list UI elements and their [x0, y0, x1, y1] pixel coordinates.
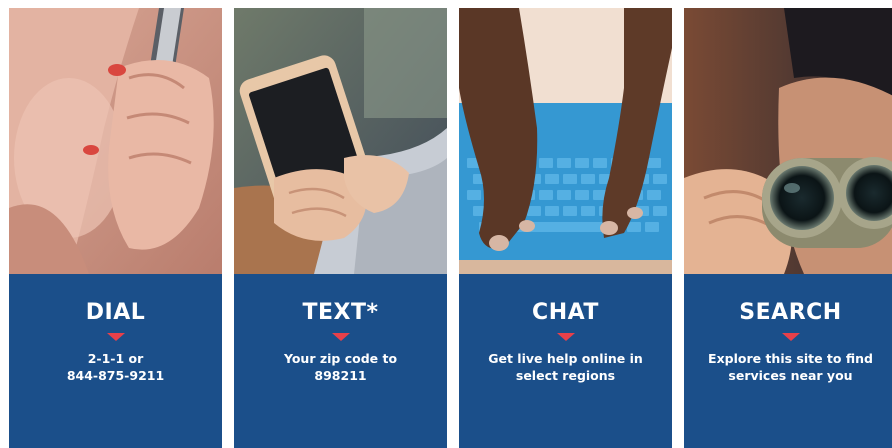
card-description-line: Your zip code to — [283, 351, 398, 366]
card-title: CHAT — [532, 300, 599, 325]
card-panel: SEARCH Explore this site to find service… — [684, 274, 892, 448]
caret-down-icon — [556, 333, 575, 341]
card-description: Explore this site to find services near … — [701, 350, 881, 384]
card-panel: CHAT Get live help online in select regi… — [459, 274, 672, 448]
card-description-line: services near you — [728, 368, 853, 383]
card-search[interactable]: SEARCH Explore this site to find service… — [684, 8, 892, 448]
card-description-line: select regions — [515, 368, 616, 383]
card-description-line: Explore this site to find — [708, 351, 873, 366]
caret-down-icon — [781, 333, 800, 341]
card-panel: TEXT* Your zip code to 898211 — [234, 274, 447, 448]
caret-down-icon — [331, 333, 350, 341]
card-description-line: 2-1-1 or — [87, 351, 144, 366]
card-description: 2-1-1 or 844-875-9211 — [26, 350, 206, 384]
card-dial[interactable]: DIAL 2-1-1 or 844-875-9211 — [9, 8, 222, 448]
card-description-line: 898211 — [314, 368, 367, 383]
card-description: Your zip code to 898211 — [251, 350, 431, 384]
card-title: DIAL — [85, 300, 146, 325]
card-title: TEXT* — [302, 300, 379, 325]
photo-hands-texting-on-smartphone — [234, 8, 447, 274]
card-description-line: 844-875-9211 — [66, 368, 165, 383]
card-text[interactable]: TEXT* Your zip code to 898211 — [234, 8, 447, 448]
caret-down-icon — [106, 333, 125, 341]
card-panel: DIAL 2-1-1 or 844-875-9211 — [9, 274, 222, 448]
photo-person-on-phone — [9, 8, 222, 274]
card-title: SEARCH — [739, 300, 842, 325]
card-description: Get live help online in select regions — [476, 350, 656, 384]
card-chat[interactable]: CHAT Get live help online in select regi… — [459, 8, 672, 448]
service-cards: DIAL 2-1-1 or 844-875-9211 TEXT* Your zi… — [0, 0, 892, 448]
card-description-line: Get live help online in — [488, 351, 643, 366]
photo-person-with-binoculars — [684, 8, 892, 274]
photo-hands-typing-on-keyboard — [459, 8, 672, 274]
